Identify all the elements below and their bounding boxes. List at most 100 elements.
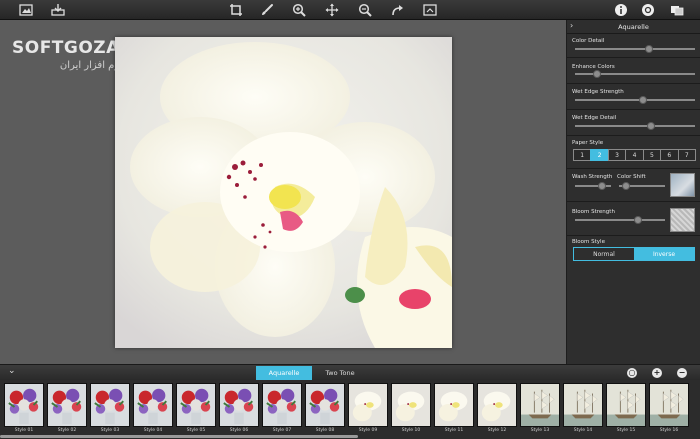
preset-thumbnail[interactable]: Style 11	[434, 383, 474, 436]
preset-thumbnail[interactable]: Style 12	[477, 383, 517, 436]
preset-label: Style 14	[573, 428, 593, 433]
preset-label: Style 15	[616, 428, 636, 433]
preset-label: Style 02	[57, 428, 77, 433]
bloom-strength-slider[interactable]	[575, 216, 665, 224]
zoom-in-icon[interactable]	[291, 2, 307, 18]
bloom-style-label: Bloom Style	[572, 239, 605, 245]
preset-label: Style 16	[659, 428, 679, 433]
info-icon[interactable]	[613, 2, 629, 18]
preset-options-icon[interactable]: ○	[627, 368, 637, 378]
paper-style-option-5[interactable]: 5	[642, 149, 662, 161]
share-icon[interactable]	[669, 2, 685, 18]
tab-aquarelle[interactable]: Aquarelle	[256, 366, 312, 380]
preset-label: Style 03	[100, 428, 120, 433]
image-open-icon[interactable]	[18, 2, 34, 18]
compare-icon[interactable]	[422, 2, 438, 18]
wet-edge-strength-slider[interactable]	[575, 96, 695, 104]
preset-preview-image	[434, 383, 474, 427]
bloom-style-normal[interactable]: Normal	[574, 248, 634, 260]
remove-preset-icon[interactable]: −	[677, 368, 687, 378]
preset-thumbnail[interactable]: Style 04	[133, 383, 173, 436]
preset-filmstrip: Style 01 Style 02 Style 03 Style 04 Style 05…	[0, 380, 700, 439]
crop-icon[interactable]	[228, 2, 244, 18]
preset-preview-image	[391, 383, 431, 427]
wash-strength-slider[interactable]	[575, 182, 611, 190]
color-shift-slider[interactable]	[619, 182, 665, 190]
slider-knob[interactable]	[639, 96, 648, 104]
paper-style-option-6[interactable]: 6	[660, 149, 679, 161]
slider-knob[interactable]	[646, 122, 655, 130]
preset-preview-image	[348, 383, 388, 427]
preset-thumbnail[interactable]: Style 01	[4, 383, 44, 436]
paper-style-option-3[interactable]: 3	[607, 149, 627, 161]
preset-thumbnail[interactable]: Style 09	[348, 383, 388, 436]
settings-icon[interactable]	[640, 2, 656, 18]
preset-label: Style 07	[272, 428, 292, 433]
preset-thumbnail[interactable]: Style 14	[563, 383, 603, 436]
preset-label: Style 13	[530, 428, 550, 433]
preset-preview-image	[90, 383, 130, 427]
slider-knob[interactable]	[645, 45, 654, 53]
wet-edge-detail-label: Wet Edge Detail	[572, 115, 617, 121]
preset-thumbnail[interactable]: Style 03	[90, 383, 130, 436]
zoom-out-icon[interactable]	[357, 2, 373, 18]
preset-label: Style 08	[315, 428, 335, 433]
move-icon[interactable]	[324, 2, 340, 18]
preset-preview-image	[649, 383, 689, 427]
preset-preview-image	[262, 383, 302, 427]
paper-style-selector: 1 2 3 4 5 6 7	[573, 149, 696, 161]
preset-thumbnail[interactable]: Style 13	[520, 383, 560, 436]
preset-label: Style 01	[14, 428, 34, 433]
preset-preview-image	[563, 383, 603, 427]
paper-style-option-1[interactable]: 1	[573, 149, 592, 161]
add-preset-icon[interactable]: +	[652, 368, 662, 378]
wet-edge-detail-slider[interactable]	[575, 122, 695, 130]
paper-style-option-4[interactable]: 4	[625, 149, 644, 161]
app-window: SOFTGOZAR.COM اولین دانشنامه نرم افزار ا…	[0, 0, 700, 439]
paper-style-option-2[interactable]: 2	[590, 149, 609, 161]
preset-label: Style 05	[186, 428, 206, 433]
preset-label: Style 09	[358, 428, 378, 433]
preset-preview-image	[219, 383, 259, 427]
redo-icon[interactable]	[389, 2, 405, 18]
color-shift-label: Color Shift	[617, 174, 646, 180]
color-detail-slider[interactable]	[575, 45, 695, 53]
collapse-strip-icon[interactable]: ⌄	[8, 366, 16, 376]
preset-label: Style 11	[444, 428, 464, 433]
wet-edge-strength-label: Wet Edge Strength	[572, 89, 624, 95]
preset-label: Style 10	[401, 428, 421, 433]
canvas-area[interactable]: SOFTGOZAR.COM اولین دانشنامه نرم افزار ا…	[0, 20, 566, 364]
slider-knob[interactable]	[634, 216, 642, 224]
preset-preview-image	[606, 383, 646, 427]
preset-preview-image	[133, 383, 173, 427]
preset-preview-image	[4, 383, 44, 427]
slider-knob[interactable]	[621, 182, 630, 190]
paper-style-option-7[interactable]: 7	[677, 149, 696, 161]
preset-thumbnail[interactable]: Style 05	[176, 383, 216, 436]
preset-thumbnail[interactable]: Style 16	[649, 383, 689, 436]
color-shift-swatch[interactable]	[670, 173, 695, 197]
preset-thumbnail[interactable]: Style 10	[391, 383, 431, 436]
preset-label: Style 04	[143, 428, 163, 433]
settings-panel: › Aquarelle Color Detail Enhance Colors …	[566, 20, 700, 364]
slider-knob[interactable]	[592, 70, 601, 78]
tab-two-tone[interactable]: Two Tone	[312, 366, 368, 380]
preset-thumbnail[interactable]: Style 06	[219, 383, 259, 436]
enhance-colors-slider[interactable]	[575, 70, 695, 78]
preset-thumbnail[interactable]: Style 02	[47, 383, 87, 436]
color-detail-label: Color Detail	[572, 38, 605, 44]
panel-title: Aquarelle	[618, 22, 649, 31]
collapse-panel-icon[interactable]: ›	[570, 21, 573, 30]
preset-thumbnail[interactable]: Style 08	[305, 383, 345, 436]
scrollbar-thumb[interactable]	[0, 435, 358, 438]
filmstrip-scrollbar[interactable]	[0, 434, 700, 439]
preview-image[interactable]	[115, 37, 452, 348]
brush-icon[interactable]	[259, 2, 275, 18]
bloom-texture-swatch[interactable]	[670, 208, 695, 232]
preset-label: Style 12	[487, 428, 507, 433]
preset-thumbnail[interactable]: Style 15	[606, 383, 646, 436]
preset-thumbnail[interactable]: Style 07	[262, 383, 302, 436]
bloom-style-inverse[interactable]: Inverse	[634, 248, 694, 260]
export-icon[interactable]	[50, 2, 66, 18]
slider-knob[interactable]	[598, 182, 606, 190]
